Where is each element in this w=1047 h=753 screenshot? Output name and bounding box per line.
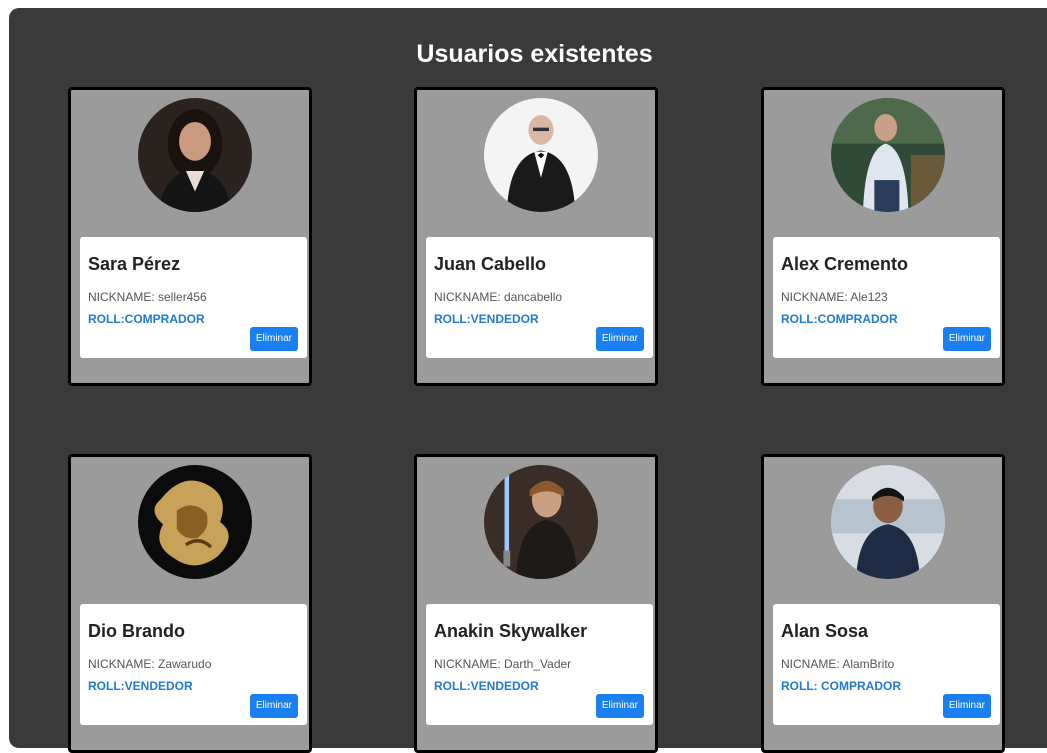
user-avatar [831, 98, 945, 212]
user-nickname: NICKNAME: Ale123 [781, 290, 888, 304]
user-info: Sara Pérez NICKNAME: seller456 ROLL:COMP… [80, 237, 307, 358]
user-nickname: NICKNAME: Darth_Vader [434, 657, 572, 671]
user-card: Dio Brando NICKNAME: Zawarudo ROLL:VENDE… [68, 454, 312, 753]
user-name: Alan Sosa [781, 621, 869, 641]
user-avatar [484, 98, 598, 212]
user-card: Alan Sosa NICNAME: AlamBrito ROLL: COMPR… [761, 454, 1005, 753]
user-name: Sara Pérez [88, 254, 181, 274]
user-name: Dio Brando [88, 621, 185, 641]
delete-button[interactable]: Eliminar [942, 327, 991, 351]
user-card: Alex Cremento NICKNAME: Ale123 ROLL:COMP… [761, 87, 1005, 386]
delete-button[interactable]: Eliminar [942, 694, 991, 718]
user-name: Juan Cabello [434, 254, 547, 274]
user-card: Anakin Skywalker NICKNAME: Darth_Vader R… [414, 454, 658, 753]
delete-button[interactable]: Eliminar [249, 327, 298, 351]
user-nickname: NICKNAME: dancabello [434, 290, 563, 304]
user-roll: ROLL:VENDEDOR [434, 679, 539, 693]
delete-button[interactable]: Eliminar [249, 694, 298, 718]
user-roll: ROLL:COMPRADOR [781, 312, 898, 326]
user-avatar [484, 465, 598, 579]
user-info: Juan Cabello NICKNAME: dancabello ROLL:V… [426, 237, 653, 358]
user-avatar [138, 465, 252, 579]
user-info: Alan Sosa NICNAME: AlamBrito ROLL: COMPR… [773, 604, 1000, 725]
user-info: Dio Brando NICKNAME: Zawarudo ROLL:VENDE… [80, 604, 307, 725]
page-title: Usuarios existentes [416, 40, 653, 68]
user-card: Sara Pérez NICKNAME: seller456 ROLL:COMP… [68, 87, 312, 386]
delete-button[interactable]: Eliminar [595, 327, 644, 351]
user-avatar [138, 98, 252, 212]
user-info: Alex Cremento NICKNAME: Ale123 ROLL:COMP… [773, 237, 1000, 358]
user-roll: ROLL:VENDEDOR [434, 312, 539, 326]
user-avatar [831, 465, 945, 579]
delete-button[interactable]: Eliminar [595, 694, 644, 718]
user-nickname: NICNAME: AlamBrito [781, 657, 895, 671]
user-name: Alex Cremento [781, 254, 909, 274]
user-info: Anakin Skywalker NICKNAME: Darth_Vader R… [426, 604, 653, 725]
user-card: Juan Cabello NICKNAME: dancabello ROLL:V… [414, 87, 658, 386]
user-nickname: NICKNAME: Zawarudo [88, 657, 212, 671]
user-roll: ROLL:COMPRADOR [88, 312, 205, 326]
user-roll: ROLL:VENDEDOR [88, 679, 193, 693]
user-roll: ROLL: COMPRADOR [781, 679, 901, 693]
user-nickname: NICKNAME: seller456 [88, 290, 207, 304]
user-name: Anakin Skywalker [434, 621, 588, 641]
